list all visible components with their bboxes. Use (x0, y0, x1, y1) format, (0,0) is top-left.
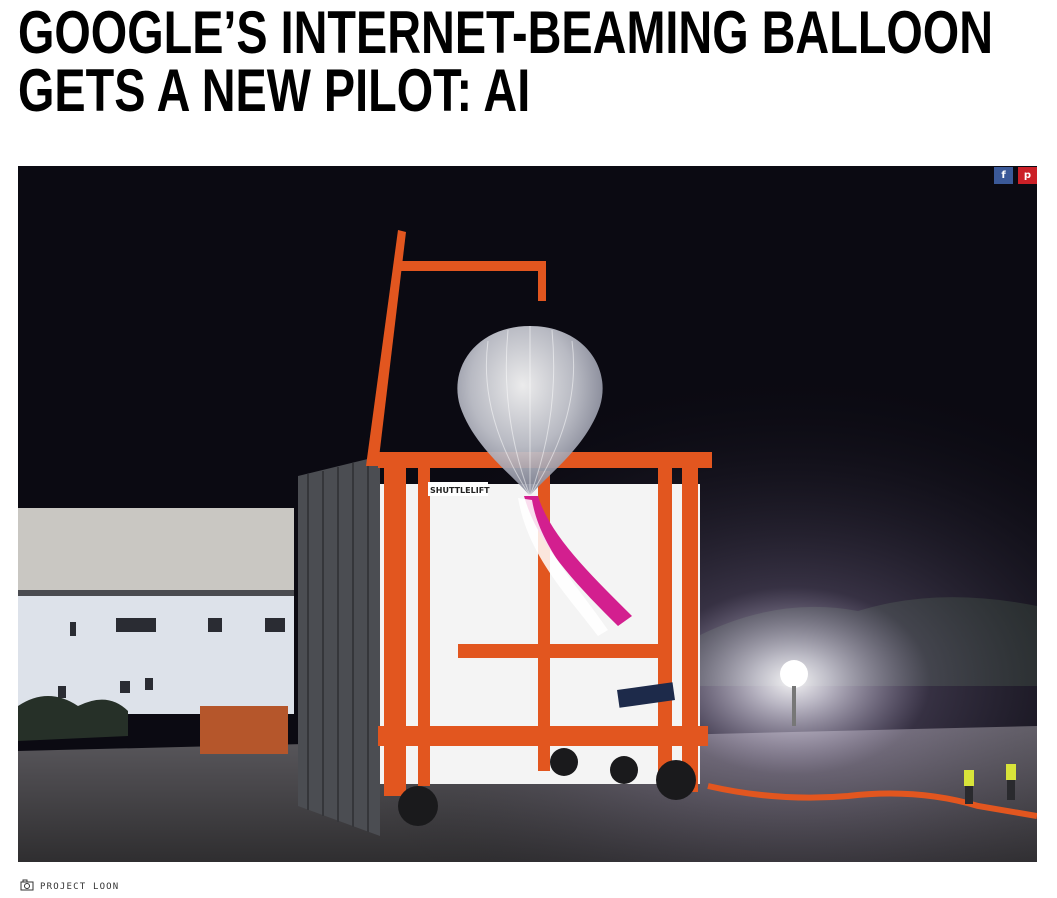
pinterest-share-button[interactable]: p (1018, 167, 1037, 184)
hero-illustration: SHUTTLELIFT (18, 166, 1037, 862)
facebook-icon: f (1001, 170, 1006, 181)
camera-icon (20, 878, 34, 896)
crane-label: SHUTTLELIFT (430, 486, 490, 495)
photo-credit: PROJECT LOON (20, 879, 119, 895)
article-headline: GOOGLE’S INTERNET-BEAMING BALLOON GETS A… (18, 0, 994, 124)
photo-credit-text: PROJECT LOON (40, 882, 120, 892)
pinterest-icon: p (1023, 170, 1032, 181)
facebook-share-button[interactable]: f (994, 167, 1013, 184)
hero-image: SHUTTLELIFT (18, 166, 1037, 862)
article-page: GOOGLE’S INTERNET-BEAMING BALLOON GETS A… (0, 0, 1057, 898)
